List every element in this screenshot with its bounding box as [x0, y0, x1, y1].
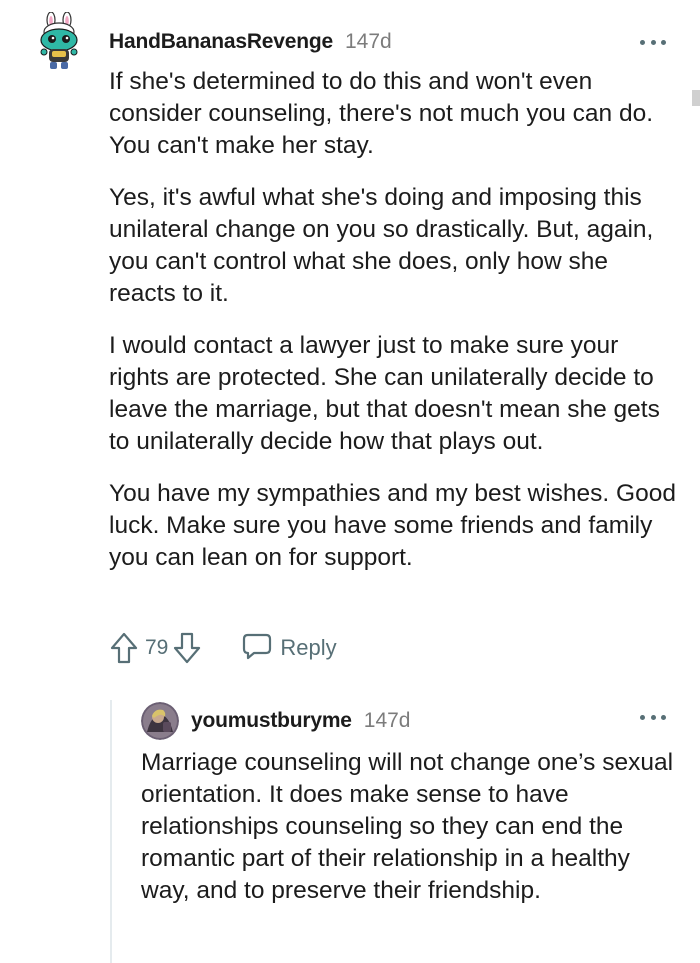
user-photo-avatar[interactable] — [141, 702, 179, 740]
reply-label: Reply — [280, 635, 337, 660]
comment-paragraph: Marriage counseling will not change one’… — [141, 749, 674, 904]
more-options-icon[interactable] — [640, 712, 666, 722]
comment-body: Marriage counseling will not change one’… — [141, 747, 681, 907]
comment: HandBananasRevenge 147d If she's determi… — [0, 0, 700, 690]
comment-paragraph: If she's determined to do this and won't… — [109, 68, 654, 159]
username[interactable]: HandBananasRevenge — [109, 30, 333, 54]
username[interactable]: youmustburyme — [191, 709, 352, 733]
comment-body: If she's determined to do this and won't… — [109, 66, 679, 594]
comment-actions: 79 Reply — [109, 628, 337, 668]
vote-count: 79 — [145, 636, 169, 659]
comment-paragraph: You have my sympathies and my best wishe… — [109, 480, 676, 571]
snoo-bunny-avatar-icon[interactable] — [32, 11, 88, 72]
speech-bubble-icon — [242, 632, 272, 665]
reply-comment: youmustburyme 147d Marriage counseling w… — [0, 690, 700, 963]
comment-header: HandBananasRevenge 147d — [109, 27, 392, 57]
scrollbar-thumb[interactable] — [692, 90, 700, 106]
upvote-arrow-icon[interactable] — [109, 631, 139, 665]
comment-paragraph: Yes, it's awful what she's doing and imp… — [109, 184, 654, 307]
reply-button[interactable]: Reply — [242, 632, 337, 665]
timestamp: 147d — [363, 709, 411, 732]
comment-paragraph: I would contact a lawyer just to make su… — [109, 332, 660, 455]
more-options-icon[interactable] — [640, 37, 666, 47]
timestamp: 147d — [344, 30, 392, 53]
comment-header: youmustburyme 147d — [191, 706, 410, 736]
downvote-arrow-icon[interactable] — [172, 631, 202, 665]
